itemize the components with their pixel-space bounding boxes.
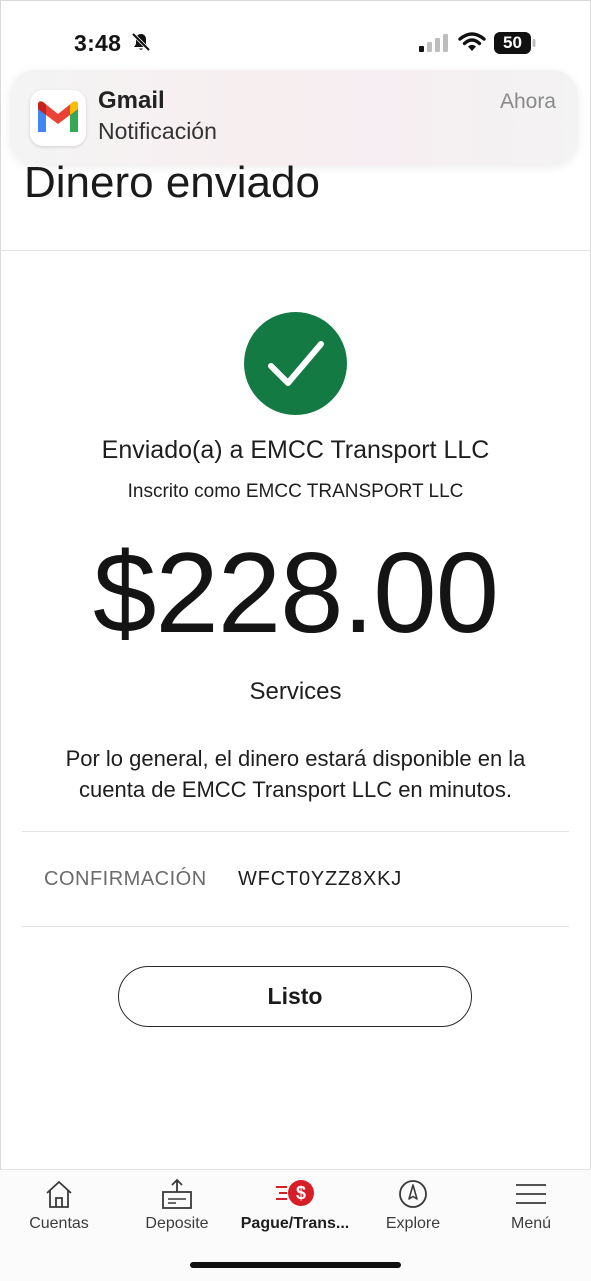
done-button[interactable]: Listo [118,966,472,1027]
header-divider [0,250,591,251]
gmail-icon [30,90,86,146]
success-check-icon [244,312,347,415]
notification-time: Ahora [499,90,556,113]
svg-text:$: $ [296,1183,306,1203]
tab-label: Deposite [145,1215,209,1232]
tab-deposit[interactable]: Deposite [118,1178,236,1242]
status-bar: 3:48 50 [0,0,591,80]
divider [22,831,569,832]
home-indicator[interactable] [190,1262,401,1268]
wifi-icon [458,32,486,51]
confirmation-number: WFCT0YZZ8XKJ [238,868,403,890]
tab-label: Menú [510,1215,552,1232]
cellular-signal-icon [419,34,448,52]
home-icon [46,1181,72,1208]
tab-explore[interactable]: Explore [354,1178,472,1242]
registered-name-text: Inscrito como EMCC TRANSPORT LLC [127,481,464,502]
battery-level: 50 [503,33,522,52]
status-time: 3:48 [74,30,122,56]
tab-pay-transfer[interactable]: $ Pague/Trans... [236,1178,354,1242]
confirmation-label: CONFIRMACIÓN [44,868,207,890]
battery-icon: 50 [494,32,536,54]
deposit-icon [162,1178,192,1209]
memo-text: Services [249,678,342,705]
tab-menu[interactable]: Menú [472,1178,590,1242]
gmail-notification[interactable]: Gmail Notificación Ahora [10,70,578,165]
tab-accounts[interactable]: Cuentas [0,1178,118,1242]
amount: $228.00 [92,530,499,657]
tab-label: Cuentas [29,1215,89,1232]
divider [22,926,569,927]
tab-label: Pague/Trans... [240,1215,350,1232]
recipient-text: Enviado(a) a EMCC Transport LLC [101,436,490,464]
page-title: Dinero enviado [24,158,320,207]
pay-transfer-icon: $ [276,1180,314,1206]
menu-icon [516,1184,546,1204]
tab-label: Explore [385,1215,441,1232]
compass-icon [399,1180,427,1208]
availability-note: Por lo general, el dinero estará disponi… [65,746,526,802]
notification-body: Notificación [98,118,217,144]
notification-app-name: Gmail [98,87,165,114]
bell-muted-icon [131,32,151,52]
